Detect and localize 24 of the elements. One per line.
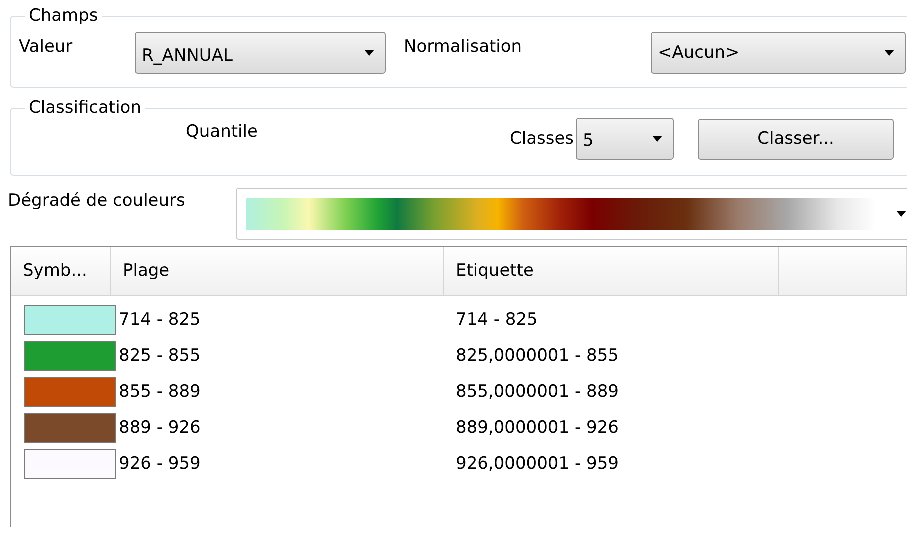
method-label: Quantile: [186, 122, 259, 142]
table-cell-text: 889,0000001 - 926: [455, 418, 620, 438]
field-label: Classes: [510, 129, 574, 149]
column-header[interactable]: Etiquette: [444, 247, 779, 295]
table-cell-text: 926,0000001 - 959: [455, 454, 620, 474]
group-title: Classification: [28, 98, 142, 118]
table-cell-text: 855 - 889: [119, 382, 202, 402]
classes-dropdown[interactable]: 5: [576, 118, 674, 160]
field-label: Valeur: [19, 37, 74, 57]
table-cell-text: 714 - 825: [119, 310, 202, 330]
column-header[interactable]: Symb...: [11, 247, 111, 295]
classify-button[interactable]: Classer...: [698, 118, 894, 160]
table-cell-text: 889 - 926: [119, 418, 202, 438]
table-cell-text: 825,0000001 - 855: [455, 346, 620, 366]
column-header[interactable]: Plage: [111, 247, 444, 295]
field-label: Normalisation: [404, 37, 524, 57]
value-dropdown[interactable]: R_ANNUAL: [135, 32, 386, 74]
normalization-dropdown[interactable]: <Aucun>: [651, 32, 906, 74]
field-label: Dégradé de couleurs: [8, 191, 186, 213]
table-cell-text: 855,0000001 - 889: [455, 382, 620, 402]
group-title: Champs: [28, 6, 100, 26]
table-cell-text: 825 - 855: [119, 346, 202, 366]
table-cell-text: 926 - 959: [119, 454, 202, 474]
table-cell-text: 714 - 825: [455, 310, 539, 330]
